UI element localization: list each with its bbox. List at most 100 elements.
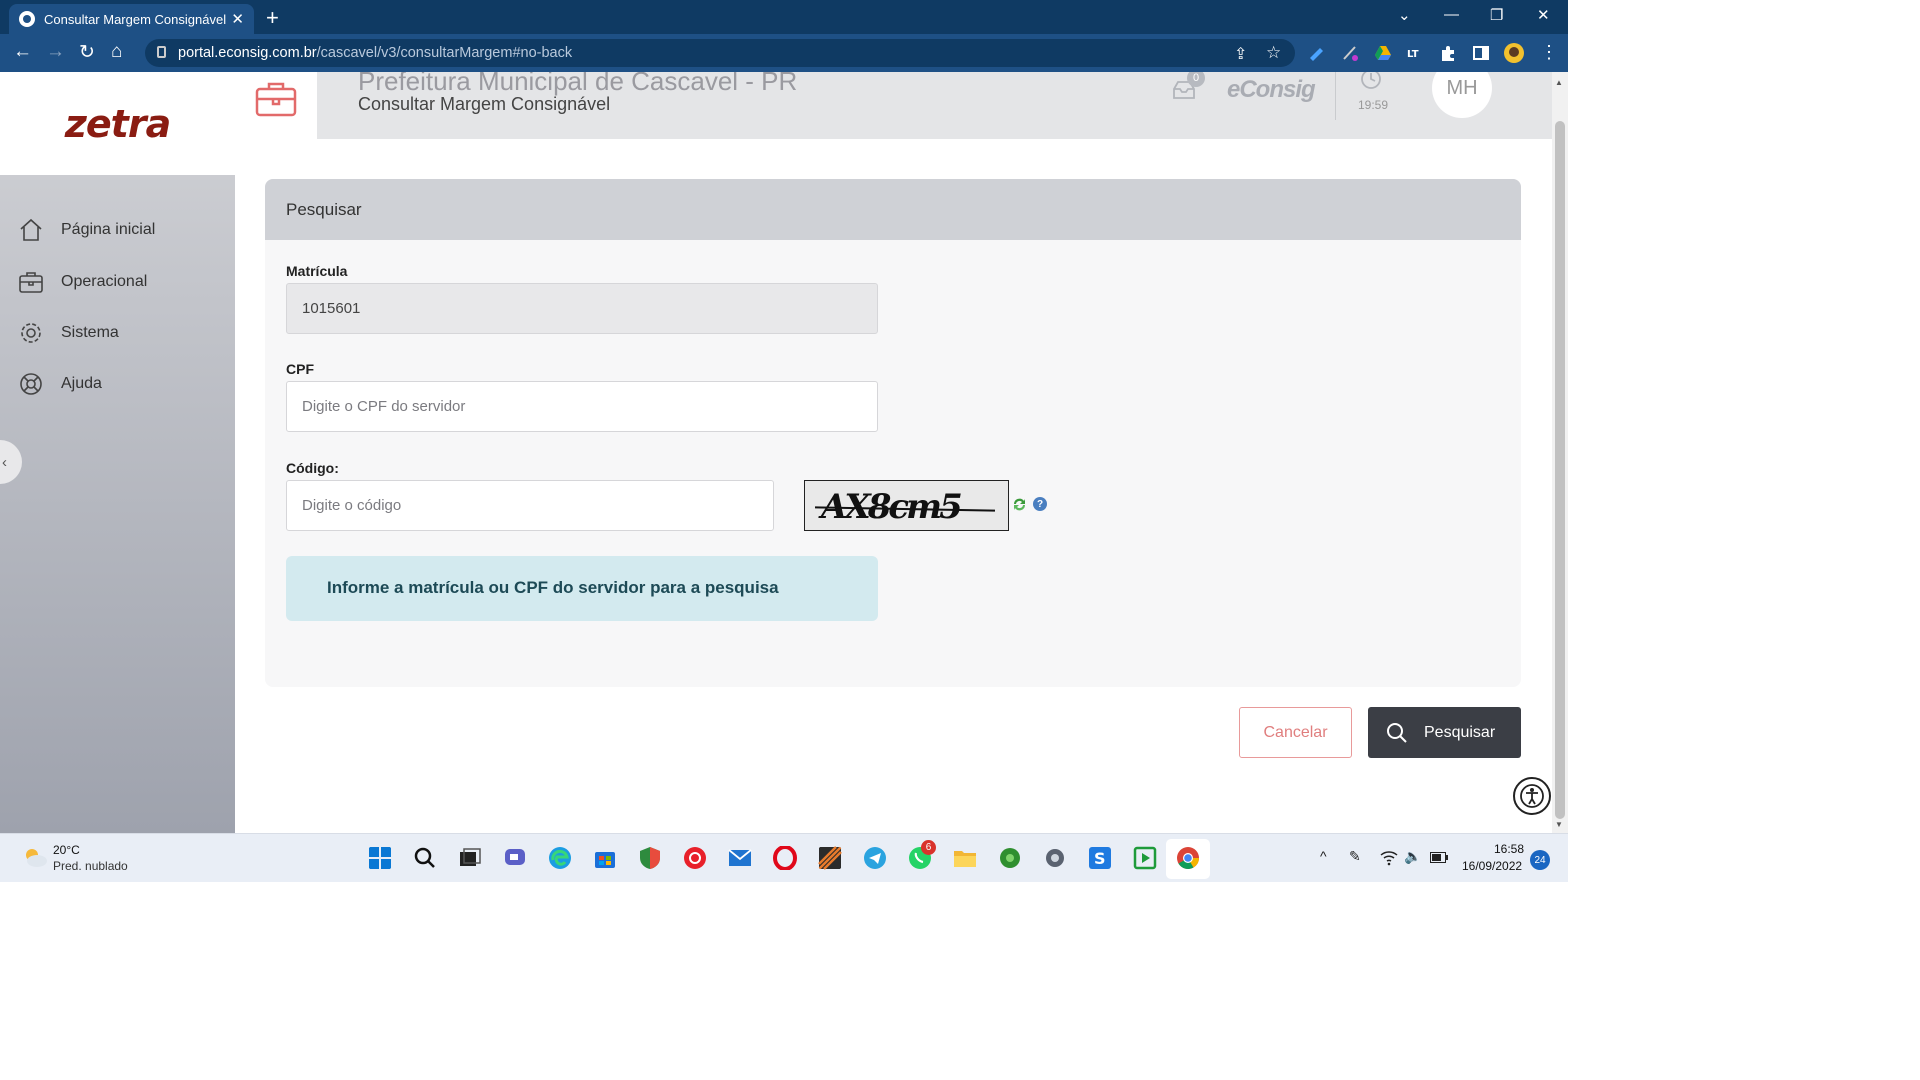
microsoft-store-icon[interactable] xyxy=(593,846,617,870)
sidebar-item-label: Ajuda xyxy=(61,375,102,392)
taskbar-time[interactable]: 16:58 xyxy=(1494,842,1524,856)
zetra-logo[interactable]: zetra xyxy=(65,102,171,146)
security-shield-icon[interactable] xyxy=(638,846,662,870)
search-taskbar-icon[interactable] xyxy=(413,846,437,870)
sidebar-item-sistema[interactable]: Sistema xyxy=(18,319,119,347)
weather-description: Pred. nublado xyxy=(53,859,128,873)
cpf-label: CPF xyxy=(286,361,314,377)
web-page: zetra Página inicial Operacional Sistema… xyxy=(0,72,1552,833)
captcha-code-input[interactable] xyxy=(286,480,774,531)
taskbar-date[interactable]: 16/09/2022 xyxy=(1462,859,1522,873)
sidebar-item-label: Página inicial xyxy=(61,221,156,238)
mail-icon[interactable] xyxy=(728,846,752,870)
teams-chat-icon[interactable] xyxy=(503,846,527,870)
edge-browser-icon[interactable] xyxy=(548,846,572,870)
page-header: Prefeitura Municipal de Cascavel - PR Co… xyxy=(235,72,1552,139)
extensions-puzzle-icon[interactable] xyxy=(1439,44,1457,62)
cancel-button[interactable]: Cancelar xyxy=(1239,707,1352,758)
tab-close-icon[interactable]: ✕ xyxy=(231,10,244,28)
briefcase-icon xyxy=(19,272,43,293)
settings-icon[interactable] xyxy=(1043,846,1067,870)
scroll-up-icon[interactable]: ▲ xyxy=(1555,78,1563,87)
opera-browser-icon[interactable] xyxy=(773,846,797,870)
green-app-icon[interactable] xyxy=(998,846,1022,870)
clock-icon xyxy=(1361,72,1381,89)
url-path: /cascavel/v3/consultarMargem#no-back xyxy=(316,45,573,61)
battery-icon[interactable] xyxy=(1430,852,1448,863)
lock-icon xyxy=(157,46,166,58)
show-hidden-icons-icon[interactable]: ^ xyxy=(1320,848,1327,864)
gear-icon xyxy=(21,323,41,343)
browser-menu-icon[interactable]: ⋮ xyxy=(1540,42,1558,63)
svg-text:LT: LT xyxy=(1407,49,1419,60)
messages-badge: 0 xyxy=(1187,72,1205,87)
sidebar-item-label: Operacional xyxy=(61,273,148,290)
address-bar[interactable]: portal.econsig.com.br/cascavel/v3/consul… xyxy=(145,39,1295,67)
reload-icon[interactable]: ↻ xyxy=(79,41,95,64)
matricula-input[interactable] xyxy=(286,283,878,334)
side-panel-icon[interactable] xyxy=(1472,44,1490,62)
minimize-icon[interactable]: — xyxy=(1444,6,1459,23)
search-button-label: Pesquisar xyxy=(1424,723,1496,741)
header-icon-box xyxy=(235,72,317,139)
accessibility-button[interactable] xyxy=(1513,777,1551,815)
sidebar-item-ajuda[interactable]: Ajuda xyxy=(18,370,102,398)
help-icon[interactable]: ? xyxy=(1033,497,1047,511)
lifebuoy-icon xyxy=(20,373,42,395)
sidebar-item-operacional[interactable]: Operacional xyxy=(18,268,147,296)
sidebar-collapse-button[interactable]: ‹ xyxy=(0,440,22,484)
close-window-icon[interactable]: ✕ xyxy=(1537,6,1550,24)
chrome-browser-icon[interactable] xyxy=(1176,846,1200,870)
logo-area: zetra xyxy=(0,72,235,175)
wifi-icon[interactable] xyxy=(1380,850,1398,866)
user-avatar[interactable]: MH xyxy=(1432,72,1492,118)
restore-icon[interactable]: ❐ xyxy=(1490,6,1503,24)
tab-search-icon[interactable]: ⌄ xyxy=(1398,6,1411,24)
share-icon[interactable]: ⇪ xyxy=(1234,44,1247,64)
search-card: Pesquisar Matrícula CPF Código: AX8cm5 ?… xyxy=(265,179,1521,687)
svg-text:S: S xyxy=(1094,849,1106,868)
captcha-image: AX8cm5 xyxy=(804,480,1009,531)
windows-start-icon[interactable] xyxy=(368,846,392,870)
extension-lt-icon[interactable]: LT xyxy=(1406,44,1424,62)
new-tab-button[interactable]: + xyxy=(266,5,279,31)
matricula-label: Matrícula xyxy=(286,263,348,279)
url-domain: portal.econsig.com.br xyxy=(178,45,317,61)
pen-icon[interactable]: ✎ xyxy=(1349,848,1361,865)
search-button[interactable]: Pesquisar xyxy=(1368,707,1521,758)
profile-avatar-icon[interactable] xyxy=(1504,43,1524,63)
whatsapp-unread-badge: 6 xyxy=(921,840,936,855)
media-player-icon[interactable] xyxy=(1133,846,1157,870)
home-browser-icon[interactable]: ⌂ xyxy=(111,41,122,63)
codigo-label: Código: xyxy=(286,460,339,476)
bookmark-star-icon[interactable]: ☆ xyxy=(1266,43,1281,63)
scrollbar-thumb[interactable] xyxy=(1552,118,1568,822)
file-explorer-icon[interactable] xyxy=(953,846,977,870)
weather-cloudy-icon[interactable] xyxy=(22,846,48,868)
volume-icon[interactable]: 🔈 xyxy=(1404,848,1421,865)
telegram-icon[interactable] xyxy=(863,846,887,870)
task-view-icon[interactable] xyxy=(458,846,482,870)
home-icon xyxy=(20,218,42,241)
extension-pen-icon[interactable] xyxy=(1308,44,1326,62)
pattern-app-icon[interactable] xyxy=(818,846,842,870)
header-divider xyxy=(1335,72,1336,120)
sidebar-item-pagina-inicial[interactable]: Página inicial xyxy=(18,216,155,244)
sidebar-item-label: Sistema xyxy=(61,324,119,341)
briefcase-header-icon xyxy=(255,82,297,117)
econsig-logo: eConsig xyxy=(1227,76,1316,103)
accessibility-icon xyxy=(1520,784,1544,808)
site-favicon-icon xyxy=(19,11,35,27)
blue-s-app-icon[interactable]: S xyxy=(1088,846,1112,870)
sidebar: zetra Página inicial Operacional Sistema… xyxy=(0,72,235,833)
back-icon[interactable]: ← xyxy=(13,41,32,63)
browser-tab[interactable]: Consultar Margem Consignável ✕ xyxy=(9,4,254,34)
google-drive-icon[interactable] xyxy=(1374,44,1392,62)
notification-badge[interactable]: 24 xyxy=(1530,850,1550,870)
cpf-input[interactable] xyxy=(286,381,878,432)
refresh-captcha-icon[interactable] xyxy=(1011,496,1028,513)
forward-icon[interactable]: → xyxy=(46,41,65,63)
adobe-creative-icon[interactable] xyxy=(683,846,707,870)
scroll-down-icon[interactable]: ▼ xyxy=(1555,820,1563,829)
extension-brush-icon[interactable] xyxy=(1341,44,1359,62)
